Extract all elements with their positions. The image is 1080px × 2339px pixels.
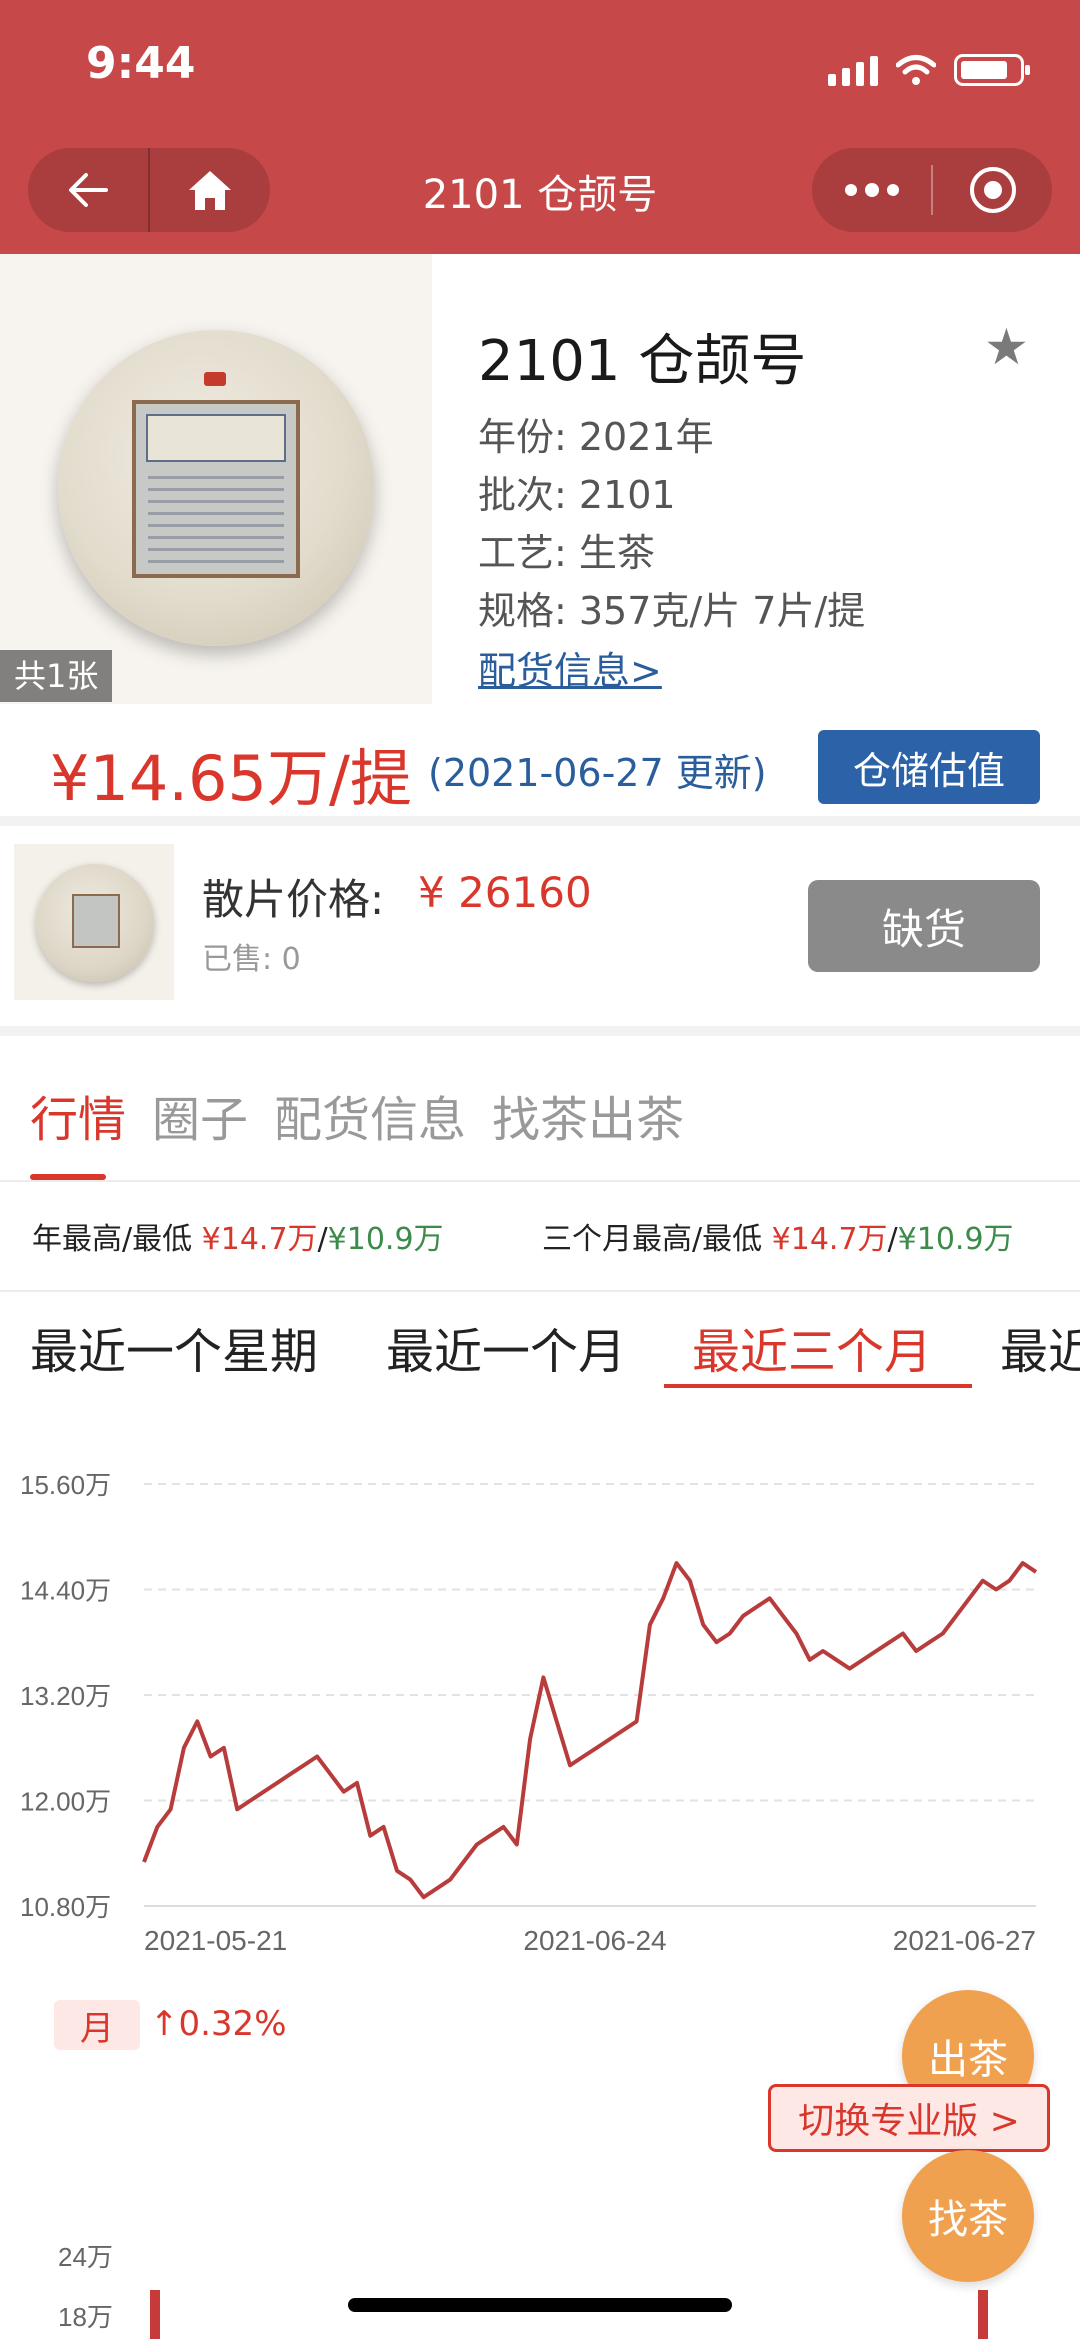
volume-chart: 24万 18万 xyxy=(58,2242,988,2339)
volume-bar xyxy=(978,2290,988,2339)
y-tick-label: 10.80万 xyxy=(20,1892,111,1922)
price-stats: 年最高/最低 ¥14.7万/¥10.9万 三个月最高/最低 ¥14.7万/¥10… xyxy=(0,1214,1080,1270)
sold-count: 已售: 0 xyxy=(202,942,301,977)
divider-line xyxy=(0,1180,1080,1182)
price-series-line xyxy=(142,1561,1038,1900)
loose-thumbnail xyxy=(14,844,174,1000)
volume-y-tick-label: 18万 xyxy=(58,2302,113,2332)
y-tick-label: 12.00万 xyxy=(20,1787,111,1817)
volume-y-tick-label: 24万 xyxy=(58,2242,113,2272)
tab-circle[interactable]: 圈子 xyxy=(152,1080,248,1150)
target-close-icon xyxy=(969,167,1016,213)
product-image[interactable] xyxy=(0,254,432,704)
wifi-icon xyxy=(896,55,936,85)
period-one-week[interactable]: 最近一个星期 xyxy=(30,1312,318,1382)
price-update-date: (2021-06-27 更新) xyxy=(428,751,767,795)
home-indicator xyxy=(348,2298,732,2312)
year-low: ¥10.9万 xyxy=(327,1222,444,1257)
product-spec: 规格: 357克/片 7片/提 xyxy=(478,589,866,633)
three-month-low: ¥10.9万 xyxy=(897,1222,1014,1257)
photo-count-badge: 共1张 xyxy=(0,650,113,702)
tab-find-sell[interactable]: 找茶出茶 xyxy=(492,1080,684,1150)
status-icons xyxy=(828,46,1030,86)
nav-right-capsule xyxy=(812,148,1052,232)
y-tick-label: 14.40万 xyxy=(20,1576,111,1606)
volume-bar xyxy=(150,2290,160,2339)
product-batch: 批次: 2101 xyxy=(478,473,676,517)
x-tick-label: 2021-05-21 xyxy=(144,1925,287,1956)
year-high: ¥14.7万 xyxy=(201,1222,318,1257)
signal-icon xyxy=(828,54,878,86)
tab-market[interactable]: 行情 xyxy=(30,1080,126,1150)
period-selector: 最近一个星期 最近一个月 最近三个月 最近 xyxy=(0,1300,1080,1396)
out-of-stock-button[interactable]: 缺货 xyxy=(808,880,1040,972)
month-badge: 月 xyxy=(54,2000,140,2050)
more-dots-icon xyxy=(844,183,899,197)
period-recent-more[interactable]: 最近 xyxy=(1000,1312,1080,1382)
y-tick-label: 13.20万 xyxy=(20,1681,111,1711)
product-price: ¥14.65万/提 xyxy=(50,742,412,815)
close-miniprogram-button[interactable] xyxy=(933,148,1052,232)
status-time: 9:44 xyxy=(86,38,196,89)
period-one-month[interactable]: 最近一个月 xyxy=(386,1312,626,1382)
content-tabs: 行情 圈子 配货信息 找茶出茶 xyxy=(0,1070,1080,1180)
loose-price-value: ¥ 26160 xyxy=(418,868,592,917)
x-tick-label: 2021-06-27 xyxy=(893,1925,1036,1956)
section-divider xyxy=(0,1026,1080,1036)
year-high-low: 年最高/最低 ¥14.7万/¥10.9万 xyxy=(32,1222,444,1257)
more-button[interactable] xyxy=(812,148,931,232)
switch-pro-button[interactable]: 切换专业版 > xyxy=(768,2084,1050,2152)
cake-label xyxy=(132,400,300,578)
three-month-high: ¥14.7万 xyxy=(771,1222,888,1257)
delivery-info-link[interactable]: 配货信息> xyxy=(478,640,662,695)
section-divider xyxy=(0,816,1080,826)
three-month-high-low: 三个月最高/最低 ¥14.7万/¥10.9万 xyxy=(542,1222,1014,1257)
period-active-indicator xyxy=(664,1384,972,1388)
favorite-star-icon[interactable]: ★ xyxy=(984,318,1029,376)
price-line-chart: 15.60万 14.40万 13.20万 12.00万 10.80万 2021-05-21… xyxy=(20,1470,1038,1956)
tab-delivery-info[interactable]: 配货信息 xyxy=(274,1080,466,1150)
battery-icon xyxy=(954,54,1030,86)
product-year: 年份: 2021年 xyxy=(478,415,714,459)
y-tick-label: 15.60万 xyxy=(20,1470,111,1500)
month-change-value: ↑0.32% xyxy=(150,2004,287,2044)
period-three-months[interactable]: 最近三个月 xyxy=(692,1312,932,1382)
brand-logo xyxy=(204,372,226,386)
divider-line xyxy=(0,1290,1080,1292)
product-process: 工艺: 生茶 xyxy=(478,531,655,575)
loose-price-label: 散片价格: xyxy=(202,875,385,924)
storage-estimate-button[interactable]: 仓储估值 xyxy=(818,730,1040,804)
x-tick-label: 2021-06-24 xyxy=(523,1925,666,1956)
page: 9:44 2101 仓颉号 共1张 2101 仓颉号 ★ 年份: 2021年 批… xyxy=(0,0,1080,2339)
header-bar: 9:44 2101 仓颉号 xyxy=(0,0,1080,254)
tea-cake-image xyxy=(58,330,374,646)
product-name: 2101 仓颉号 xyxy=(478,329,807,394)
